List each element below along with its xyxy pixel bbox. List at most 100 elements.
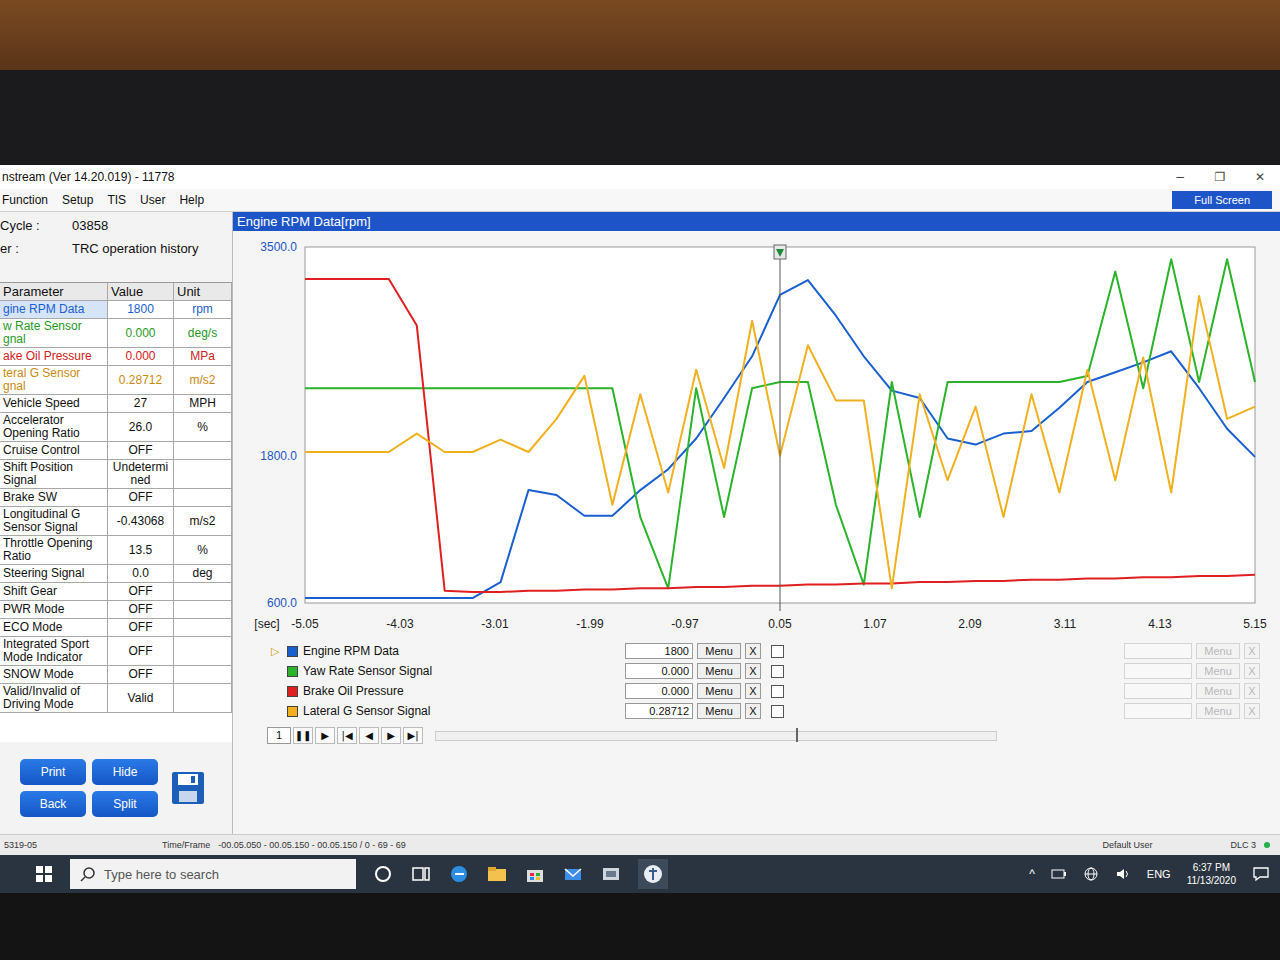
menu-item[interactable]: TIS <box>107 193 126 207</box>
menu-item[interactable]: Function <box>2 193 48 207</box>
table-row[interactable]: w Rate Sensor gnal0.000deg/s <box>0 319 232 348</box>
unit-cell: MPa <box>174 348 232 365</box>
value-cell: OFF <box>108 666 174 683</box>
store-icon[interactable] <box>524 863 546 885</box>
legend-row[interactable]: ▷Engine RPM Data1800MenuX <box>271 643 785 659</box>
legend-checkbox[interactable] <box>771 665 784 678</box>
window-control[interactable]: − <box>1160 170 1200 184</box>
table-row[interactable]: Steering Signal0.0deg <box>0 565 232 583</box>
table-row[interactable]: Shift Position SignalUndetermined <box>0 460 232 489</box>
legend-menu-button[interactable]: Menu <box>697 663 741 679</box>
table-row[interactable]: Longitudinal G Sensor Signal-0.43068m/s2 <box>0 507 232 536</box>
table-row[interactable]: Brake SWOFF <box>0 489 232 507</box>
file-explorer-icon[interactable] <box>486 863 508 885</box>
table-row[interactable]: Throttle Opening Ratio13.5% <box>0 536 232 565</box>
legend-menu-button[interactable]: Menu <box>697 703 741 719</box>
legend-row[interactable]: Brake Oil Pressure0.000MenuX <box>271 683 785 699</box>
battery-icon[interactable] <box>1051 866 1067 882</box>
window-title: nstream (Ver 14.20.019) - 11778 <box>2 170 175 184</box>
legend-checkbox[interactable] <box>771 645 784 658</box>
table-row[interactable]: gine RPM Data1800rpm <box>0 301 232 319</box>
action-button[interactable]: Back <box>20 791 86 817</box>
x-unit: [sec] <box>254 617 279 631</box>
table-row[interactable]: Shift GearOFF <box>0 583 232 601</box>
cursor-line[interactable] <box>780 247 781 611</box>
action-button[interactable]: Split <box>92 791 158 817</box>
legend-menu-button[interactable]: Menu <box>697 683 741 699</box>
clock[interactable]: 6:37 PM11/13/2020 <box>1187 861 1236 887</box>
table-row[interactable]: SNOW ModeOFF <box>0 666 232 684</box>
parameter-cell: w Rate Sensor gnal <box>0 319 108 347</box>
window-controls: −❐✕ <box>1160 170 1280 184</box>
menu-item[interactable]: User <box>140 193 165 207</box>
window-control[interactable]: ✕ <box>1240 170 1280 184</box>
playback-slider[interactable] <box>435 731 997 741</box>
taskbar-search[interactable]: Type here to search <box>70 859 356 889</box>
network-globe-icon[interactable] <box>1083 866 1099 882</box>
full-screen-button[interactable]: Full Screen <box>1172 191 1272 209</box>
legend-list: ▷Engine RPM Data1800MenuX Yaw Rate Sensor… <box>271 643 785 719</box>
search-placeholder: Type here to search <box>104 867 219 882</box>
spare-close-button: X <box>1244 643 1260 659</box>
window-control[interactable]: ❐ <box>1200 170 1240 184</box>
actions: PrintHideBackSplit <box>0 742 232 834</box>
edge-browser-icon[interactable] <box>448 863 470 885</box>
value-cell: 1800 <box>108 301 174 318</box>
cursor-marker-icon[interactable] <box>774 245 786 259</box>
table-row[interactable]: ake Oil Pressure0.000MPa <box>0 348 232 366</box>
menu-item[interactable]: Help <box>179 193 204 207</box>
table-row[interactable]: Cruise ControlOFF <box>0 442 232 460</box>
menu-item[interactable]: Setup <box>62 193 93 207</box>
value-cell: Undetermined <box>108 460 174 488</box>
task-view-icon[interactable] <box>410 863 432 885</box>
action-button[interactable]: Print <box>20 759 86 785</box>
parameter-cell: teral G Sensor gnal <box>0 366 108 394</box>
playback-button[interactable]: ▶ <box>381 727 401 744</box>
playback-button[interactable]: ◀ <box>359 727 379 744</box>
info: Cycle :03858er :TRC operation history <box>0 212 232 282</box>
legend-row[interactable]: Lateral G Sensor Signal0.28712MenuX <box>271 703 785 719</box>
language-indicator[interactable]: ENG <box>1147 868 1171 880</box>
playback-button[interactable]: ▶| <box>403 727 423 744</box>
column-header: Parameter <box>0 283 108 300</box>
table-row[interactable]: Vehicle Speed27MPH <box>0 395 232 413</box>
legend-swatch <box>287 646 298 657</box>
table-row[interactable]: ECO ModeOFF <box>0 619 232 637</box>
table-row[interactable]: PWR ModeOFF <box>0 601 232 619</box>
status-code: 5319-05 <box>4 840 154 850</box>
frame-spinner[interactable]: 1 <box>267 727 291 744</box>
taskbar: Type here to search ^ ENG 6:37 PM11/13/2020 <box>0 855 1280 893</box>
techstream-app-icon[interactable] <box>600 863 622 885</box>
volume-icon[interactable] <box>1115 866 1131 882</box>
table-row[interactable]: Accelerator Opening Ratio26.0% <box>0 413 232 442</box>
legend-menu-button[interactable]: Menu <box>697 643 741 659</box>
spare-close-button: X <box>1244 703 1260 719</box>
playback-button[interactable]: |◀ <box>337 727 357 744</box>
playback-button[interactable]: ❚❚ <box>293 727 313 744</box>
info-label: Cycle : <box>0 218 72 233</box>
legend-checkbox[interactable] <box>771 685 784 698</box>
cortana-icon[interactable] <box>372 863 394 885</box>
legend-value: 0.28712 <box>625 703 693 719</box>
mail-icon[interactable] <box>562 863 584 885</box>
notifications-icon[interactable] <box>1252 865 1270 883</box>
line-chart[interactable]: 3500.01800.0600.0[sec]-5.05-4.03-3.01-1.… <box>233 231 1273 641</box>
table-row[interactable]: teral G Sensor gnal0.28712m/s2 <box>0 366 232 395</box>
running-app-icon[interactable] <box>638 859 668 889</box>
tray-expand-button[interactable]: ^ <box>1029 867 1035 881</box>
magnifier-icon <box>80 866 96 882</box>
legend-close-button[interactable]: X <box>745 643 761 659</box>
table-row[interactable]: Integrated Sport Mode IndicatorOFF <box>0 637 232 666</box>
legend-row[interactable]: Yaw Rate Sensor Signal0.000MenuX <box>271 663 785 679</box>
windows-start-icon[interactable] <box>34 864 54 884</box>
legend-checkbox[interactable] <box>771 705 784 718</box>
legend-close-button[interactable]: X <box>745 663 761 679</box>
playback-button[interactable]: ▶ <box>315 727 335 744</box>
save-icon[interactable] <box>170 770 206 806</box>
table-row[interactable]: Valid/Invalid of Driving ModeValid <box>0 684 232 713</box>
action-button[interactable]: Hide <box>92 759 158 785</box>
value-cell: OFF <box>108 442 174 459</box>
legend-close-button[interactable]: X <box>745 703 761 719</box>
parameter-cell: Integrated Sport Mode Indicator <box>0 637 108 665</box>
legend-close-button[interactable]: X <box>745 683 761 699</box>
